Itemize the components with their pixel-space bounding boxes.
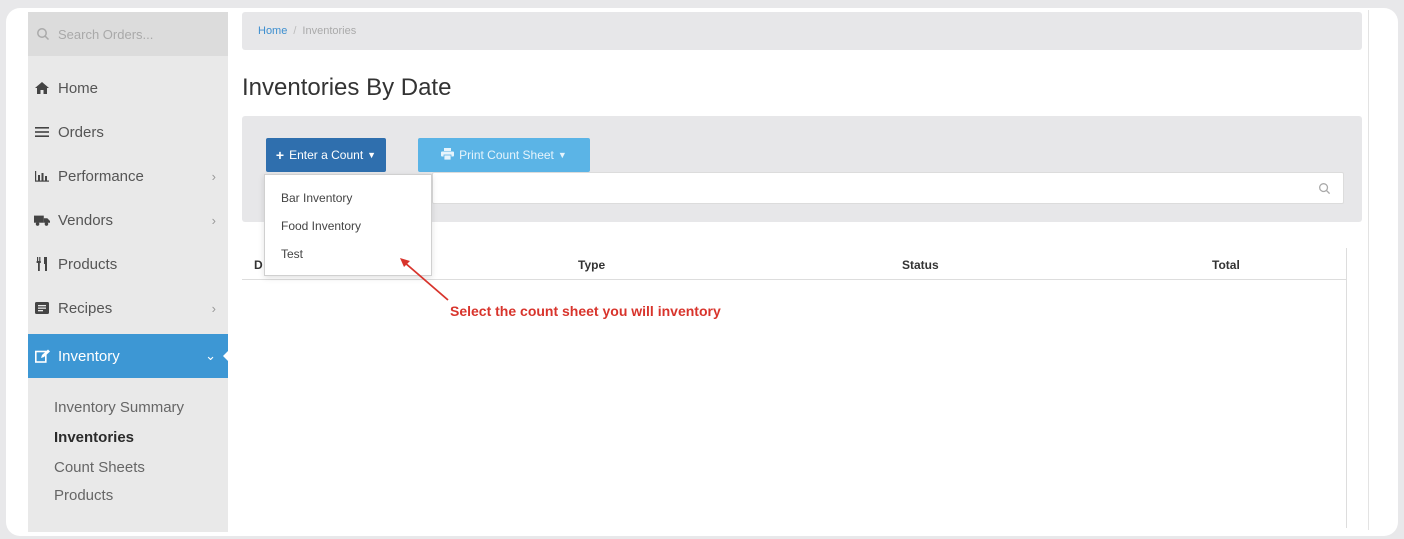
filter-search-input[interactable] <box>432 172 1344 204</box>
sidebar-item-label: Vendors <box>58 211 114 229</box>
search-icon <box>36 27 50 41</box>
bar-chart-icon <box>34 168 50 184</box>
sidebar-item-vendors[interactable]: Vendors › <box>28 198 228 242</box>
sidebar: Search Orders... Home Orders Performance… <box>28 12 229 532</box>
sidebar-item-products[interactable]: Products <box>28 242 228 286</box>
sidebar-subitem-count-sheets[interactable]: Count Sheets <box>54 459 145 476</box>
chevron-right-icon: › <box>211 212 216 228</box>
sidebar-search[interactable]: Search Orders... <box>28 12 228 56</box>
sidebar-item-label: Orders <box>58 123 104 141</box>
book-icon <box>34 300 50 316</box>
sidebar-item-inventory[interactable]: Inventory ⌄ <box>28 334 229 378</box>
print-count-sheet-label: Print Count Sheet <box>459 148 554 162</box>
sidebar-item-label: Products <box>58 255 118 273</box>
dropdown-item-bar-inventory[interactable]: Bar Inventory <box>281 191 352 205</box>
sidebar-subitem-inventories[interactable]: Inventories <box>54 429 134 446</box>
column-header-total[interactable]: Total <box>1212 258 1240 272</box>
cutlery-icon <box>34 256 50 272</box>
content-divider <box>1368 10 1369 530</box>
sidebar-item-performance[interactable]: Performance › <box>28 154 228 198</box>
sidebar-item-orders[interactable]: Orders <box>28 110 228 154</box>
chevron-down-icon: ▼ <box>367 150 377 160</box>
sidebar-item-label: Recipes <box>58 299 113 317</box>
breadcrumb-current: Inventories <box>302 25 357 37</box>
breadcrumb: Home / Inventories <box>242 12 1362 50</box>
column-header-type[interactable]: Type <box>578 258 605 272</box>
dropdown-item-food-inventory[interactable]: Food Inventory <box>281 219 361 233</box>
edit-icon <box>34 348 50 364</box>
sidebar-item-label: Home <box>58 79 99 97</box>
sidebar-item-label: Inventory <box>58 347 120 365</box>
chevron-right-icon: › <box>211 168 216 184</box>
table-divider <box>1346 248 1347 528</box>
page-title: Inventories By Date <box>242 74 452 101</box>
home-icon <box>34 80 50 96</box>
dropdown-item-test[interactable]: Test <box>281 247 303 261</box>
annotation-arrow-icon <box>400 258 449 301</box>
chevron-down-icon: ▼ <box>557 150 567 160</box>
sidebar-subitem-products[interactable]: Products <box>54 487 113 504</box>
chevron-right-icon: › <box>211 300 216 316</box>
active-indicator <box>223 350 229 362</box>
print-count-sheet-button[interactable]: Print Count Sheet ▼ <box>418 138 590 172</box>
print-icon <box>441 147 455 163</box>
sidebar-item-home[interactable]: Home <box>28 66 228 110</box>
enter-count-button[interactable]: + Enter a Count ▼ <box>266 138 386 172</box>
search-placeholder: Search Orders... <box>58 26 154 42</box>
plus-icon: + <box>275 147 285 163</box>
annotation-text: Select the count sheet you will inventor… <box>450 303 721 319</box>
sidebar-item-recipes[interactable]: Recipes › <box>28 286 228 330</box>
chevron-down-icon: ⌄ <box>205 348 216 363</box>
column-header-status[interactable]: Status <box>902 258 939 272</box>
column-header-date[interactable]: D <box>254 258 263 272</box>
enter-count-label: Enter a Count <box>289 148 364 162</box>
sidebar-item-label: Performance <box>58 167 144 185</box>
truck-icon <box>34 212 50 228</box>
breadcrumb-separator: / <box>293 25 297 37</box>
breadcrumb-home-link[interactable]: Home <box>258 25 287 37</box>
search-icon <box>1318 182 1331 195</box>
list-icon <box>34 124 50 140</box>
sidebar-subitem-inventory-summary[interactable]: Inventory Summary <box>54 399 184 416</box>
